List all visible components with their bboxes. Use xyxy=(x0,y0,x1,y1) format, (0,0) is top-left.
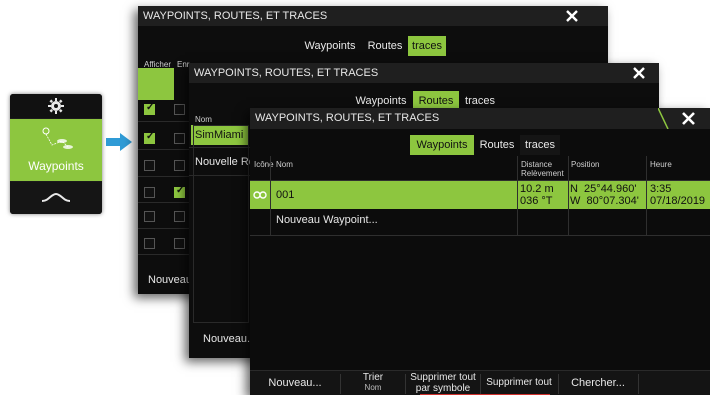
waypoint-latitude: N 25°44.960' xyxy=(570,183,637,195)
tab-traces[interactable]: traces xyxy=(408,36,446,56)
column-bearing: Relèvement xyxy=(521,169,564,178)
close-icon xyxy=(682,112,695,125)
wave-icon xyxy=(41,192,71,202)
column-distance: Distance xyxy=(521,160,553,169)
close-button[interactable] xyxy=(668,108,710,129)
dialog-title: WAYPOINTS, ROUTES, ET TRACES xyxy=(250,108,710,129)
waypoint-name: 001 xyxy=(276,189,295,201)
record-checkbox[interactable] xyxy=(174,185,185,198)
dialog-title: WAYPOINTS, ROUTES, ET TRACES xyxy=(189,63,659,83)
waypoint-distance: 10.2 m xyxy=(520,183,554,195)
record-checkbox[interactable] xyxy=(174,104,185,115)
waypoints-tile-button[interactable]: Waypoints xyxy=(10,119,102,181)
record-checkbox[interactable] xyxy=(174,133,185,144)
settings-tile[interactable] xyxy=(10,94,102,118)
show-checkbox[interactable] xyxy=(144,187,155,198)
delete-by-symbol-label-1: Supprimer tout xyxy=(410,372,476,383)
tab-traces[interactable]: traces xyxy=(520,135,560,155)
waypoints-tile[interactable]: Waypoints xyxy=(10,94,102,214)
new-button[interactable]: Nouveau... xyxy=(260,377,330,389)
column-divider xyxy=(646,156,647,236)
row-divider xyxy=(250,235,710,236)
delete-by-symbol-label-2: par symbole xyxy=(415,383,471,394)
close-icon xyxy=(566,10,578,22)
table-header: Icône Nom Distance Relèvement Position H… xyxy=(250,156,710,181)
column-record: Enr xyxy=(177,60,190,69)
delete-by-symbol-button[interactable]: Supprimer tout par symbole xyxy=(406,371,480,395)
sort-button[interactable]: Trier Nom xyxy=(341,371,405,395)
waypoints-tile-label: Waypoints xyxy=(28,159,84,173)
gear-icon xyxy=(48,98,64,114)
arrow-right-icon xyxy=(106,133,132,151)
delete-all-button[interactable]: Supprimer tout xyxy=(481,377,557,388)
route-list-frame xyxy=(193,125,249,323)
table-row-selected[interactable]: 001 10.2 m 036 °T N 25°44.960' W 80°07.3… xyxy=(250,181,710,209)
column-time: Heure xyxy=(650,160,672,169)
show-checkbox[interactable] xyxy=(144,211,155,222)
waypoint-time: 3:35 xyxy=(650,183,672,195)
close-button[interactable] xyxy=(552,6,592,26)
dialog-title: WAYPOINTS, ROUTES, ET TRACES xyxy=(138,6,608,26)
new-button[interactable]: Nouveau... xyxy=(203,333,256,345)
search-button[interactable]: Chercher... xyxy=(559,377,637,389)
show-checkbox[interactable] xyxy=(144,238,155,249)
tides-tile[interactable] xyxy=(10,182,102,214)
waypoints-dialog: WAYPOINTS, ROUTES, ET TRACES Waypoints R… xyxy=(250,108,710,395)
tab-waypoints[interactable]: Waypoints xyxy=(410,135,474,155)
record-checkbox[interactable] xyxy=(174,160,185,171)
show-checkbox[interactable] xyxy=(144,102,155,115)
waypoint-date: 07/18/2019 xyxy=(650,195,706,207)
column-divider xyxy=(568,156,569,236)
sort-value: Nom xyxy=(364,383,382,392)
record-checkbox[interactable] xyxy=(174,238,185,249)
tab-routes[interactable]: Routes xyxy=(362,36,408,56)
column-divider xyxy=(517,156,518,236)
record-checkbox[interactable] xyxy=(174,211,185,222)
waypoint-symbol-icon xyxy=(253,191,267,199)
show-checkbox[interactable] xyxy=(144,131,155,144)
sort-label: Trier xyxy=(362,372,384,383)
waypoint-longitude: W 80°07.304' xyxy=(570,195,639,207)
column-name: Nom xyxy=(276,160,293,169)
footer-divider xyxy=(638,374,639,394)
tab-waypoints[interactable]: Waypoints xyxy=(298,36,362,56)
new-waypoint-item[interactable]: Nouveau Waypoint... xyxy=(276,214,378,226)
column-name: Nom xyxy=(195,115,212,124)
waypoint-bearing: 036 °T xyxy=(520,195,553,207)
close-button[interactable] xyxy=(619,63,659,83)
title-accent-slash xyxy=(658,108,669,129)
footer-toolbar: Nouveau... Trier Nom Supprimer tout par … xyxy=(250,370,710,395)
tab-routes[interactable]: Routes xyxy=(474,135,520,155)
show-checkbox[interactable] xyxy=(144,160,155,171)
close-icon xyxy=(633,67,645,79)
column-position: Position xyxy=(571,160,600,169)
column-divider xyxy=(270,156,271,236)
waypoint-group-icon xyxy=(42,127,73,149)
show-column-highlight xyxy=(138,68,174,100)
